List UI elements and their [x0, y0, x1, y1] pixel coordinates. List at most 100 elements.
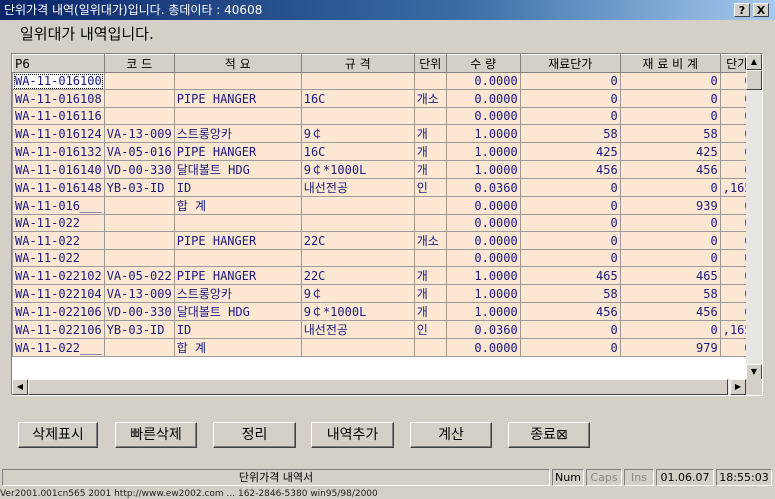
col-p6-cell[interactable]: WA-11-022: [12, 231, 105, 250]
col-material-price-cell[interactable]: 0: [519, 320, 621, 339]
col-quantity-cell[interactable]: 1.0000: [445, 160, 521, 179]
table-row[interactable]: WA-11-016132 VA-05-016 PIPE HANGER 16C 개 1.00…: [12, 142, 755, 161]
col-p6-cell[interactable]: WA-11-016140: [12, 160, 105, 179]
col-material-total-cell[interactable]: 0: [619, 231, 721, 250]
col-quantity-cell[interactable]: 0.0000: [445, 249, 521, 267]
scroll-up-icon[interactable]: ▲: [746, 54, 762, 70]
scroll-down-icon[interactable]: ▼: [746, 364, 762, 380]
col-quantity-cell[interactable]: 0.0000: [445, 72, 521, 90]
col-spec-cell[interactable]: 9￠: [300, 284, 415, 303]
col-quantity-cell[interactable]: 1.0000: [445, 124, 521, 143]
col-summary-header[interactable]: 적 요: [173, 54, 302, 73]
col-quantity-header[interactable]: 수 량: [445, 54, 521, 73]
col-spec-cell[interactable]: [300, 72, 415, 90]
col-code-cell[interactable]: VA-05-022: [103, 266, 175, 285]
calculate-button[interactable]: 계산: [410, 422, 492, 448]
col-quantity-cell[interactable]: 0.0000: [445, 107, 521, 125]
col-spec-header[interactable]: 규 격: [300, 54, 415, 73]
vertical-scroll-thumb[interactable]: [746, 70, 762, 90]
col-spec-cell[interactable]: [300, 107, 415, 125]
col-summary-cell[interactable]: 합 계: [173, 338, 302, 357]
col-code-cell[interactable]: VA-13-009: [103, 284, 175, 303]
close-button[interactable]: X: [753, 3, 769, 17]
col-code-cell[interactable]: [103, 249, 175, 267]
col-summary-cell[interactable]: ID: [173, 178, 302, 197]
col-summary-cell[interactable]: 달대볼트 HDG: [173, 160, 302, 179]
quick-delete-button[interactable]: 빠른삭제: [115, 422, 197, 448]
col-material-total-cell[interactable]: 0: [619, 89, 721, 108]
col-p6-cell[interactable]: WA-11-022106: [12, 302, 105, 321]
col-unit-header[interactable]: 단위: [413, 54, 447, 73]
col-spec-cell[interactable]: [300, 249, 415, 267]
col-material-total-cell[interactable]: 425: [619, 142, 721, 161]
col-code-cell[interactable]: VD-00-330: [103, 160, 175, 179]
col-summary-cell[interactable]: [173, 249, 302, 267]
col-summary-cell[interactable]: PIPE HANGER: [173, 231, 302, 250]
col-unit-cell[interactable]: 개: [413, 266, 447, 285]
col-material-total-cell[interactable]: 456: [619, 302, 721, 321]
col-unit-cell[interactable]: [413, 214, 447, 232]
table-row[interactable]: WA-11-016148 YB-03-ID ID 내선전공 인 0.0360 0 0,165: [12, 178, 755, 197]
col-summary-cell[interactable]: ID: [173, 320, 302, 339]
col-quantity-cell[interactable]: 1.0000: [445, 284, 521, 303]
col-spec-cell[interactable]: 16C: [300, 142, 415, 161]
col-code-header[interactable]: 코 드: [103, 54, 175, 73]
col-p6-cell[interactable]: WA-11-016___: [12, 196, 105, 215]
col-material-total-cell[interactable]: 0: [619, 320, 721, 339]
col-material-price-cell[interactable]: 0: [519, 338, 621, 357]
table-row[interactable]: WA-11-022102 VA-05-022 PIPE HANGER 22C 개 1.00…: [12, 266, 755, 285]
col-quantity-cell[interactable]: 1.0000: [445, 142, 521, 161]
col-unit-cell[interactable]: 개: [413, 302, 447, 321]
col-material-price-cell[interactable]: 456: [519, 302, 621, 321]
col-unit-cell[interactable]: 인: [413, 178, 447, 197]
scroll-left-icon[interactable]: ◀: [12, 379, 28, 395]
horizontal-scrollbar[interactable]: ◀ ▶: [12, 379, 746, 395]
col-code-cell[interactable]: VA-13-009: [103, 124, 175, 143]
col-code-cell[interactable]: YB-03-ID: [103, 320, 175, 339]
col-material-price-cell[interactable]: 425: [519, 142, 621, 161]
col-p6-cell[interactable]: WA-11-022104: [12, 284, 105, 303]
col-material-total-cell[interactable]: 0: [619, 214, 721, 232]
col-summary-cell[interactable]: 합 계: [173, 196, 302, 215]
col-quantity-cell[interactable]: 0.0360: [445, 178, 521, 197]
add-detail-button[interactable]: 내역추가: [311, 422, 394, 448]
col-spec-cell[interactable]: 9￠*1000L: [300, 160, 415, 179]
col-material-total-cell[interactable]: 58: [619, 284, 721, 303]
col-p6-cell[interactable]: WA-11-016100: [12, 72, 105, 90]
col-material-price-cell[interactable]: 465: [519, 266, 621, 285]
col-unit-cell[interactable]: [413, 196, 447, 215]
col-material-price-cell[interactable]: 0: [519, 178, 621, 197]
col-spec-cell[interactable]: [300, 196, 415, 215]
col-quantity-cell[interactable]: 0.0000: [445, 231, 521, 250]
table-row[interactable]: WA-11-0161160.0000000: [12, 107, 755, 125]
exit-button[interactable]: 종료⊠: [508, 422, 590, 448]
col-material-price-cell[interactable]: 0: [519, 107, 621, 125]
table-row[interactable]: WA-11-0220.0000000: [12, 249, 755, 267]
col-material-total-header[interactable]: 재 료 비 계: [619, 54, 721, 73]
col-p6-cell[interactable]: WA-11-016116: [12, 107, 105, 125]
col-p6-cell[interactable]: WA-11-016124: [12, 124, 105, 143]
col-spec-cell[interactable]: 9￠: [300, 124, 415, 143]
data-grid[interactable]: P6 코 드적 요규 격 단위 수 량 재료단가 재 료 비 계 단가 WA-11-0161…: [11, 53, 763, 396]
col-material-total-cell[interactable]: 0: [619, 249, 721, 267]
col-material-price-cell[interactable]: 58: [519, 284, 621, 303]
table-row[interactable]: WA-11-022106 YB-03-ID ID 내선전공 인 0.0360 0 0,165: [12, 320, 755, 339]
col-material-total-cell[interactable]: 0: [619, 107, 721, 125]
table-row[interactable]: WA-11-016124VA-13-009스트롱앙카9￠개1.000058580: [12, 124, 755, 143]
col-spec-cell[interactable]: [300, 214, 415, 232]
col-summary-cell[interactable]: [173, 214, 302, 232]
col-spec-cell[interactable]: [300, 338, 415, 357]
col-summary-cell[interactable]: [173, 72, 302, 90]
col-material-total-cell[interactable]: 979: [619, 338, 721, 357]
table-row[interactable]: WA-11-016108PIPE HANGER16C개소0.0000000: [12, 89, 755, 108]
col-code-cell[interactable]: [103, 89, 175, 108]
col-summary-cell[interactable]: PIPE HANGER: [173, 266, 302, 285]
col-material-total-cell[interactable]: 465: [619, 266, 721, 285]
scroll-right-icon[interactable]: ▶: [730, 379, 746, 395]
col-p6-cell[interactable]: WA-11-022: [12, 249, 105, 267]
col-unit-cell[interactable]: 인: [413, 320, 447, 339]
col-unit-cell[interactable]: [413, 72, 447, 90]
col-p6-cell[interactable]: WA-11-022: [12, 214, 105, 232]
col-unit-cell[interactable]: [413, 249, 447, 267]
col-code-cell[interactable]: [103, 214, 175, 232]
